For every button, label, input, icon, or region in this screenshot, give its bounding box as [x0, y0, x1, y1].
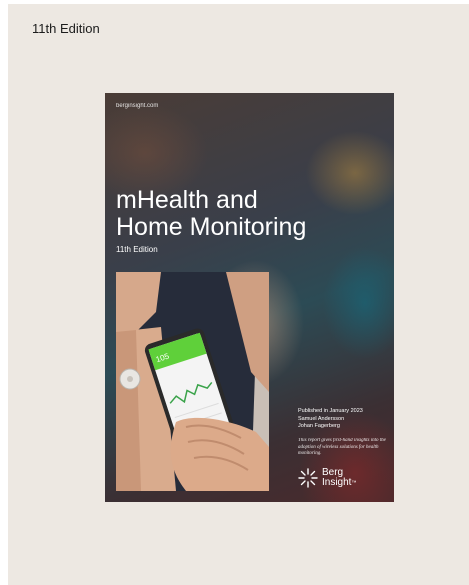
brand-line-2: Insight™ — [322, 478, 356, 488]
brand-line-2-text: Insight — [322, 477, 352, 488]
brand-logo: Berg Insight™ — [298, 468, 388, 492]
cover-photo: 105 — [116, 272, 269, 491]
cover-url: berginsight.com — [116, 103, 159, 109]
cover-published: Published in January 2023 — [298, 408, 363, 414]
cover-title-line-2: Home Monitoring — [116, 213, 307, 241]
cover-title: mHealth and Home Monitoring — [116, 187, 376, 241]
product-card: 11th Edition berginsight.com mHealth and… — [8, 4, 469, 585]
cover-edition: 11th Edition — [116, 245, 158, 254]
brand-trademark: ™ — [351, 480, 357, 486]
cover-author-1: Samuel Andersson — [298, 415, 345, 422]
edition-label: 11th Edition — [32, 21, 100, 36]
cover-photo-illustration: 105 — [116, 272, 269, 491]
sunburst-logo-icon — [298, 468, 318, 488]
brand-name: Berg Insight™ — [322, 468, 356, 488]
cover-author-2: Johan Fagerberg — [298, 423, 340, 429]
cover-blurb: This report gives first-hand insights in… — [298, 438, 386, 456]
report-cover[interactable]: berginsight.com mHealth and Home Monitor… — [105, 93, 394, 502]
cover-meta: Published in January 2023 Samuel Anderss… — [298, 408, 390, 431]
cover-title-line-1: mHealth and — [116, 186, 258, 214]
